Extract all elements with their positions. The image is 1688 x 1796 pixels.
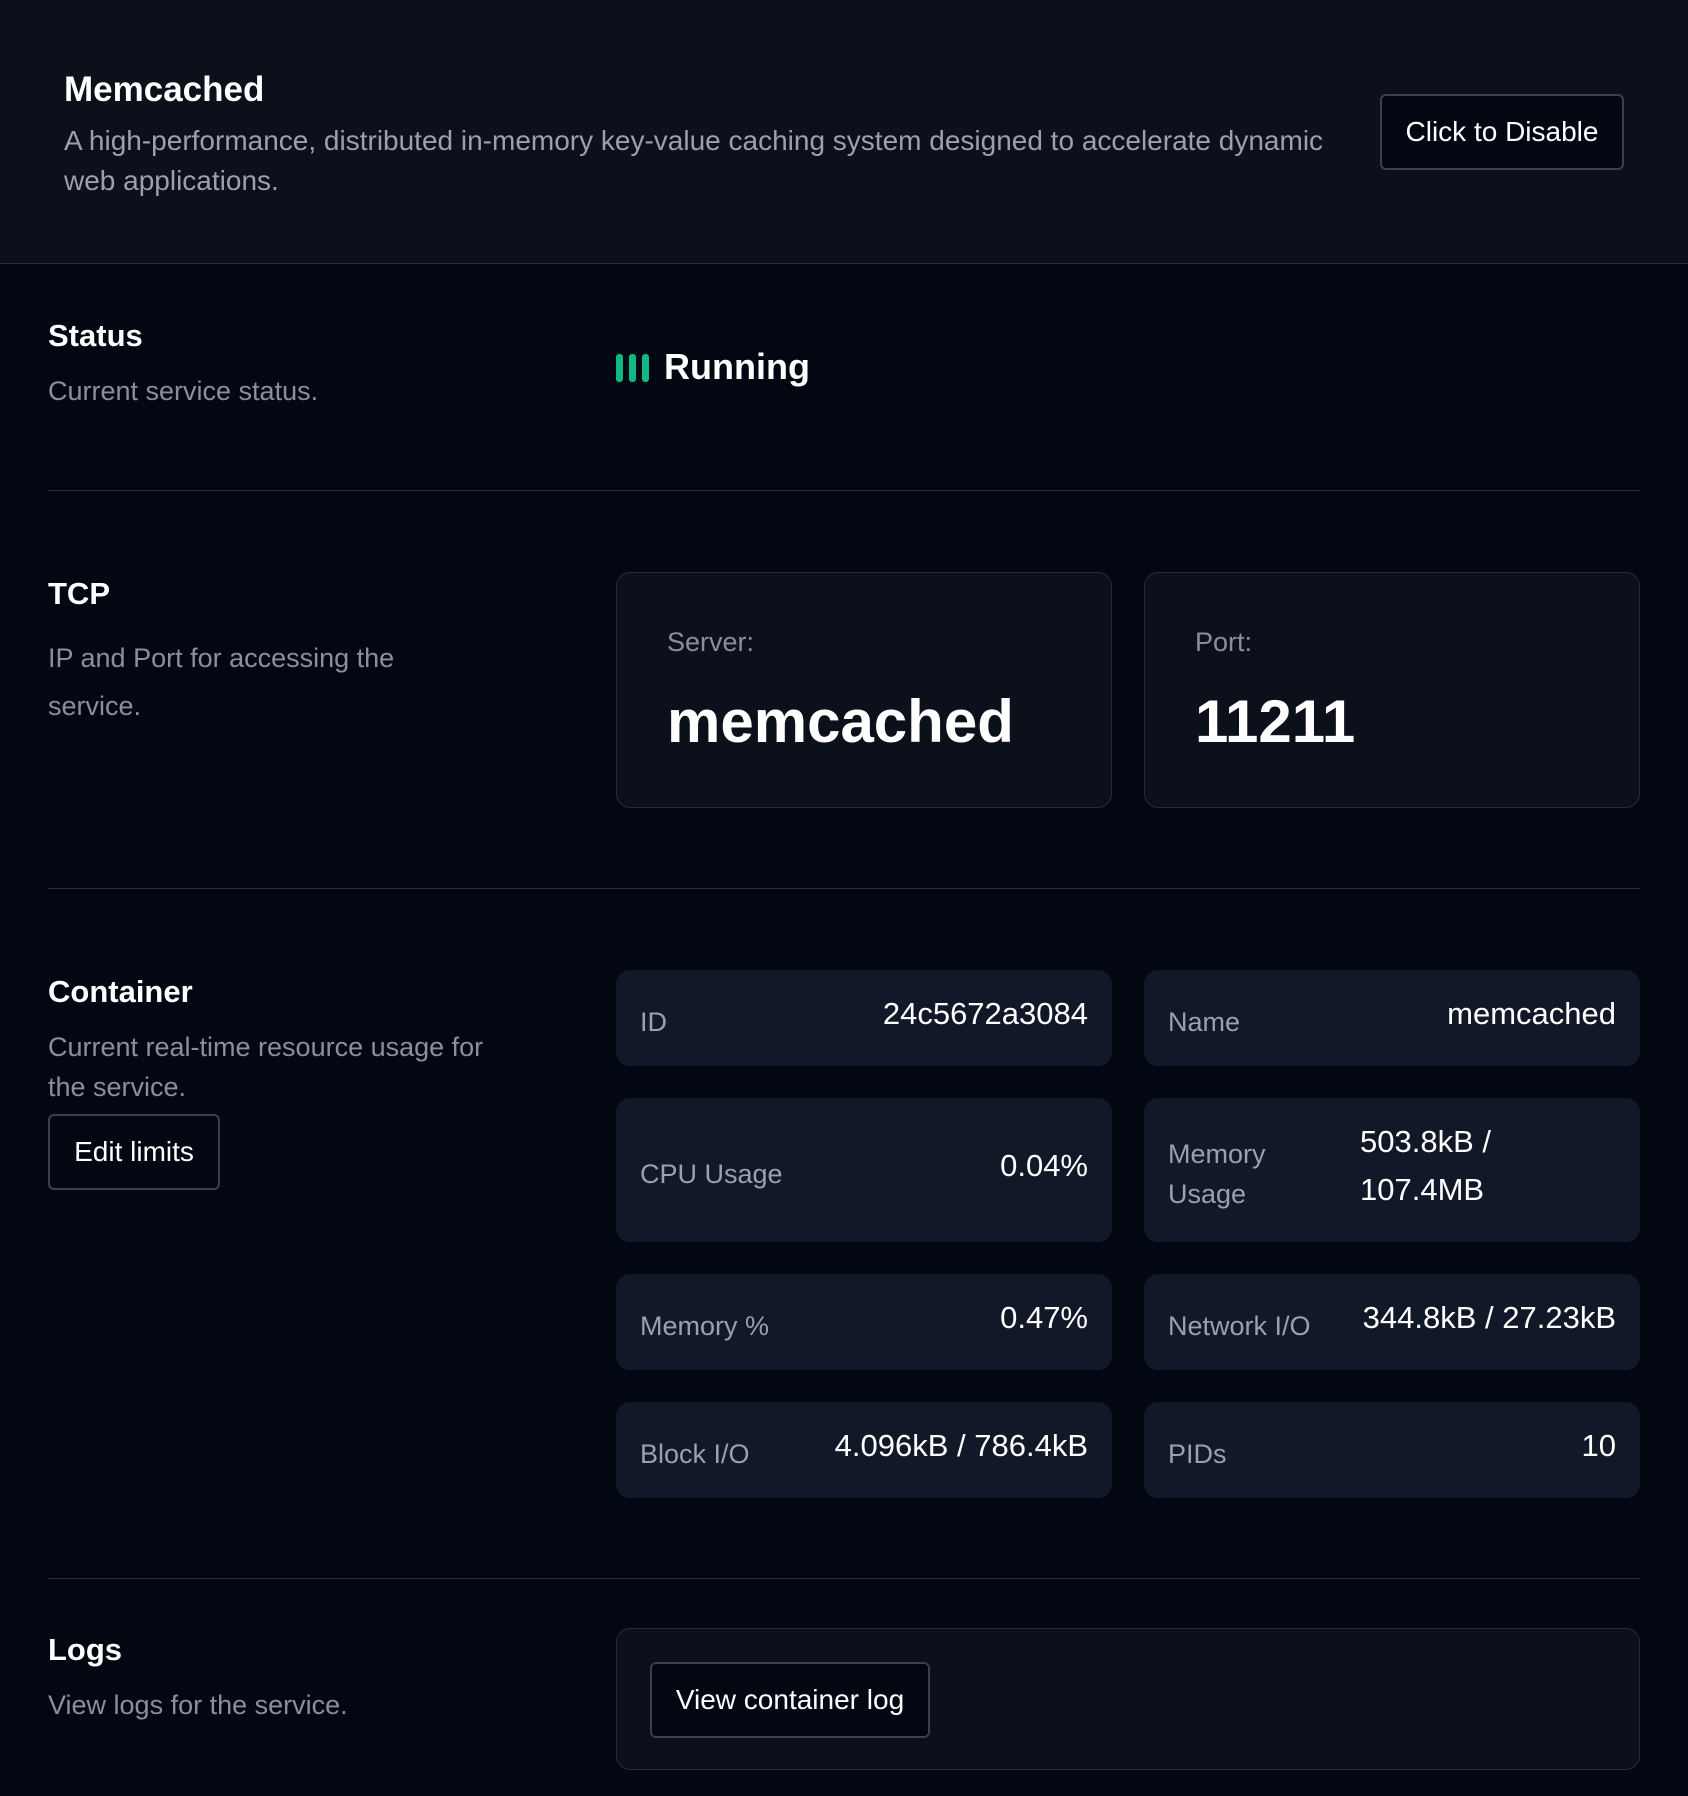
container-description: Current real-time resource usage for the…	[48, 1032, 484, 1102]
stat-card-network-io: Network I/O 344.8kB / 27.23kB	[1144, 1274, 1640, 1370]
section-divider	[48, 888, 1640, 889]
stat-label: Network I/O	[1168, 1311, 1311, 1341]
edit-limits-button[interactable]: Edit limits	[48, 1114, 220, 1190]
stat-label: Memory Usage	[1168, 1139, 1266, 1209]
stat-card-block-io: Block I/O 4.096kB / 786.4kB	[616, 1402, 1112, 1498]
stat-label: Memory %	[640, 1311, 770, 1341]
stat-value: 4.096kB / 786.4kB	[834, 1428, 1088, 1463]
stat-card-memory-usage: Memory Usage 503.8kB / 107.4MB	[1144, 1098, 1640, 1242]
stat-value: memcached	[1447, 996, 1616, 1031]
service-title: Memcached	[64, 70, 265, 109]
tcp-title: TCP	[48, 576, 110, 611]
tcp-description: IP and Port for accessing the service.	[48, 643, 395, 721]
logs-title: Logs	[48, 1632, 123, 1667]
stat-label: Name	[1168, 1007, 1241, 1037]
port-card: Port: 11211	[1144, 572, 1640, 808]
stat-label: Block I/O	[640, 1439, 750, 1469]
stat-value: 0.47%	[1000, 1300, 1088, 1335]
server-label: Server:	[667, 627, 755, 657]
container-title: Container	[48, 974, 193, 1009]
stat-value: 0.04%	[1000, 1148, 1088, 1183]
stat-label: CPU Usage	[640, 1159, 783, 1189]
server-card: Server: memcached	[616, 572, 1112, 808]
service-description: A high-performance, distributed in-memor…	[64, 125, 1324, 196]
stat-card-pids: PIDs 10	[1144, 1402, 1640, 1498]
status-value: Running	[664, 346, 810, 387]
disable-button[interactable]: Click to Disable	[1380, 94, 1624, 170]
view-container-log-button[interactable]: View container log	[650, 1662, 930, 1738]
status-title: Status	[48, 318, 143, 353]
service-header: Memcached A high-performance, distribute…	[0, 0, 1688, 264]
stat-label: ID	[640, 1007, 667, 1037]
server-value: memcached	[667, 688, 1014, 755]
running-indicator-icon	[616, 354, 649, 382]
stat-card-memory-percent: Memory % 0.47%	[616, 1274, 1112, 1370]
port-label: Port:	[1195, 627, 1253, 657]
stat-value: 10	[1581, 1428, 1616, 1463]
stat-card-id: ID 24c5672a3084	[616, 970, 1112, 1066]
status-description: Current service status.	[48, 376, 319, 406]
stat-card-cpu-usage: CPU Usage 0.04%	[616, 1098, 1112, 1242]
stat-label: PIDs	[1168, 1439, 1227, 1469]
logs-description: View logs for the service.	[48, 1690, 348, 1720]
stat-card-name: Name memcached	[1144, 970, 1640, 1066]
stat-value: 503.8kB / 107.4MB	[1360, 1124, 1491, 1207]
section-divider	[48, 1578, 1640, 1579]
section-divider	[48, 490, 1640, 491]
stat-value: 344.8kB / 27.23kB	[1362, 1300, 1616, 1335]
port-value: 11211	[1195, 688, 1356, 755]
stat-value: 24c5672a3084	[882, 996, 1088, 1031]
